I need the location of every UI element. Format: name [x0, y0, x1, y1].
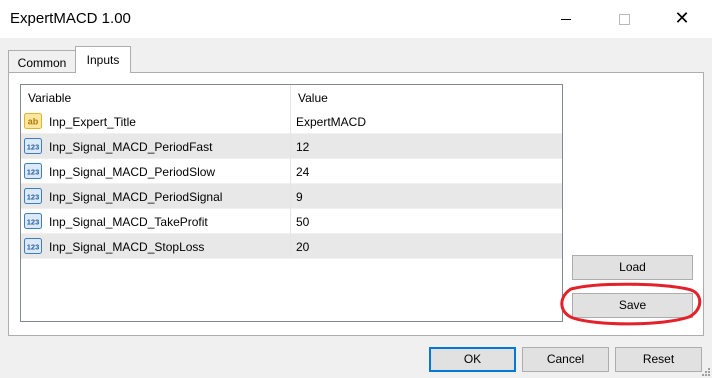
svg-text:123: 123 — [27, 243, 40, 252]
cell-divider — [290, 134, 291, 159]
variable-name: Inp_Expert_Title — [49, 115, 136, 129]
maximize-button[interactable] — [601, 4, 647, 34]
reset-button[interactable]: Reset — [615, 347, 702, 372]
grid-row[interactable]: 123 Inp_Signal_MACD_StopLoss 20 — [21, 234, 562, 259]
maximize-icon — [618, 13, 630, 25]
cell-divider — [290, 184, 291, 209]
title-bar: ExpertMACD 1.00 ✕ — [0, 0, 712, 38]
variable-name: Inp_Signal_MACD_StopLoss — [49, 240, 205, 254]
string-type-icon: ab — [24, 113, 42, 129]
load-button[interactable]: Load — [572, 255, 693, 280]
integer-type-icon: 123 — [24, 188, 42, 204]
cell-divider — [290, 159, 291, 184]
integer-type-icon: 123 — [24, 138, 42, 154]
variable-name: Inp_Signal_MACD_PeriodSlow — [49, 165, 216, 179]
grid-row[interactable]: 123 Inp_Signal_MACD_PeriodFast 12 — [21, 134, 562, 159]
svg-text:123: 123 — [27, 193, 40, 202]
variable-name: Inp_Signal_MACD_PeriodSignal — [49, 190, 223, 204]
svg-text:123: 123 — [27, 143, 40, 152]
inputs-panel: Variable Value ab Inp_Expert_Title ExpertM… — [8, 72, 704, 336]
integer-type-icon: 123 — [24, 238, 42, 254]
variable-value[interactable]: 24 — [296, 165, 309, 179]
grid-row[interactable]: 123 Inp_Signal_MACD_TakeProfit 50 — [21, 209, 562, 234]
integer-type-icon: 123 — [24, 163, 42, 179]
svg-text:123: 123 — [27, 218, 40, 227]
variable-value[interactable]: ExpertMACD — [296, 115, 366, 129]
variable-value[interactable]: 20 — [296, 240, 309, 254]
tab-inputs[interactable]: Inputs — [75, 46, 131, 73]
cell-divider — [290, 234, 291, 259]
grid-header: Variable Value — [21, 85, 562, 109]
minimize-icon — [561, 18, 571, 20]
integer-type-icon: 123 — [24, 213, 42, 229]
column-divider[interactable] — [290, 85, 291, 109]
close-button[interactable]: ✕ — [659, 4, 705, 34]
column-header-value[interactable]: Value — [298, 91, 328, 105]
variable-value[interactable]: 50 — [296, 215, 309, 229]
cancel-button[interactable]: Cancel — [522, 347, 609, 372]
grid-row[interactable]: 123 Inp_Signal_MACD_PeriodSlow 24 — [21, 159, 562, 184]
tab-common[interactable]: Common — [8, 50, 76, 72]
ok-button[interactable]: OK — [429, 347, 516, 372]
svg-text:123: 123 — [27, 168, 40, 177]
grid-row[interactable]: 123 Inp_Signal_MACD_PeriodSignal 9 — [21, 184, 562, 209]
close-icon: ✕ — [674, 8, 690, 29]
grid-row[interactable]: ab Inp_Expert_Title ExpertMACD — [21, 109, 562, 134]
variable-value[interactable]: 12 — [296, 140, 309, 154]
variable-value[interactable]: 9 — [296, 190, 303, 204]
column-header-variable[interactable]: Variable — [28, 91, 71, 105]
inputs-grid[interactable]: Variable Value ab Inp_Expert_Title ExpertM… — [20, 84, 563, 322]
save-button[interactable]: Save — [572, 293, 693, 318]
cell-divider — [290, 109, 291, 134]
svg-text:ab: ab — [28, 117, 39, 127]
resize-grip-icon[interactable] — [700, 366, 710, 376]
window-title: ExpertMACD 1.00 — [10, 10, 131, 27]
minimize-button[interactable] — [543, 4, 589, 34]
variable-name: Inp_Signal_MACD_TakeProfit — [49, 215, 208, 229]
variable-name: Inp_Signal_MACD_PeriodFast — [49, 140, 213, 154]
cell-divider — [290, 209, 291, 234]
